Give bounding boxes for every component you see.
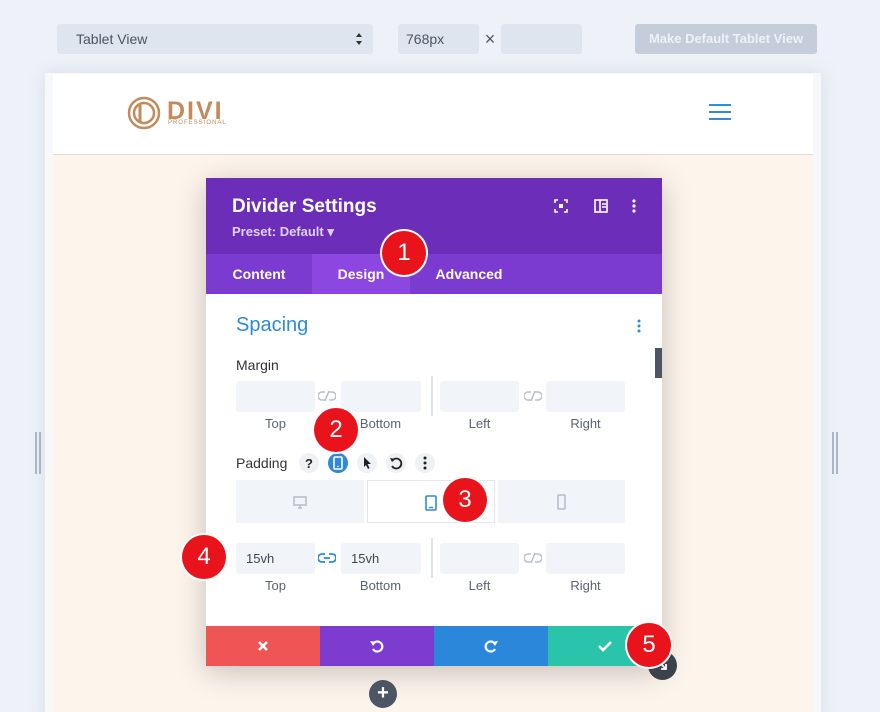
- make-default-view-button[interactable]: Make Default Tablet View: [635, 24, 817, 54]
- margin-bottom-input[interactable]: [341, 381, 421, 412]
- tab-content[interactable]: Content: [206, 254, 312, 294]
- modal-body: Spacing Margin Top Bottom Left Right Pad…: [206, 294, 662, 626]
- device-tabs: [236, 480, 625, 523]
- step-badge-4: 4: [182, 535, 226, 579]
- desktop-icon: [293, 496, 307, 509]
- step-badge-1: 1: [382, 231, 426, 275]
- margin-right-input[interactable]: [546, 381, 625, 412]
- resize-handle-left[interactable]: [35, 432, 41, 474]
- modal-title: Divider Settings: [232, 196, 377, 217]
- preset-select[interactable]: Preset: Default ▾: [232, 224, 334, 240]
- redo-button[interactable]: [434, 626, 548, 666]
- resize-handle-right[interactable]: [832, 432, 838, 474]
- margin-left-input[interactable]: [440, 381, 519, 412]
- padding-bottom-input[interactable]: 15vh: [341, 543, 421, 574]
- padding-right-input[interactable]: [546, 543, 625, 574]
- divider-line: [431, 376, 433, 416]
- modal-footer: [206, 626, 662, 666]
- view-mode-value: Tablet View: [76, 31, 148, 47]
- padding-bottom-caption: Bottom: [359, 578, 402, 593]
- undo-icon: [370, 640, 384, 653]
- select-arrows-icon: [356, 33, 362, 45]
- logo-mark-icon: [127, 96, 161, 130]
- section-menu-icon[interactable]: [636, 318, 642, 334]
- link-active-icon[interactable]: [318, 551, 336, 565]
- close-icon: [258, 641, 268, 651]
- tab-advanced[interactable]: Advanced: [410, 254, 528, 294]
- reset-icon[interactable]: [386, 453, 406, 473]
- step-badge-3: 3: [443, 478, 487, 522]
- padding-right-caption: Right: [570, 578, 601, 593]
- link-icon[interactable]: [524, 551, 542, 565]
- scrollbar-thumb[interactable]: [655, 348, 662, 378]
- padding-top-input[interactable]: 15vh: [236, 543, 315, 574]
- step-badge-5: 5: [627, 623, 671, 667]
- modal-tabs: Content Design Advanced: [206, 254, 662, 294]
- focus-icon[interactable]: [553, 198, 569, 214]
- more-vertical-icon[interactable]: [626, 198, 642, 214]
- padding-left-caption: Left: [468, 578, 491, 593]
- divider-line: [431, 538, 433, 578]
- help-icon[interactable]: ?: [299, 453, 319, 473]
- tablet-icon: [425, 495, 437, 511]
- padding-left-input[interactable]: [440, 543, 519, 574]
- more-icon[interactable]: [415, 453, 435, 473]
- link-icon[interactable]: [524, 389, 542, 403]
- section-title-spacing[interactable]: Spacing: [236, 314, 308, 337]
- tablet-icon[interactable]: [328, 453, 348, 473]
- cursor-icon[interactable]: [357, 453, 377, 473]
- padding-top-caption: Top: [265, 578, 286, 593]
- width-input[interactable]: 768px: [398, 24, 479, 54]
- margin-label: Margin: [236, 357, 279, 373]
- svg-text:?: ?: [305, 456, 313, 471]
- hamburger-icon[interactable]: [709, 104, 731, 122]
- logo-subtitle: PROFESSIONAL: [168, 120, 227, 126]
- step-badge-2: 2: [314, 408, 358, 452]
- divider-settings-modal: Divider Settings Preset: Default ▾ Conte…: [206, 178, 662, 666]
- sidebar-layout-icon[interactable]: [593, 198, 609, 214]
- link-icon[interactable]: [318, 389, 336, 403]
- margin-top-caption: Top: [265, 416, 286, 431]
- add-module-button[interactable]: +: [369, 680, 397, 708]
- view-mode-select[interactable]: Tablet View: [57, 24, 373, 54]
- phone-icon: [557, 494, 566, 510]
- redo-icon: [484, 640, 498, 653]
- padding-label: Padding: [236, 455, 288, 471]
- device-tab-desktop[interactable]: [236, 480, 364, 523]
- check-icon: [598, 641, 612, 652]
- undo-button[interactable]: [320, 626, 434, 666]
- discard-button[interactable]: [206, 626, 320, 666]
- margin-left-caption: Left: [468, 416, 491, 431]
- times-icon: ×: [484, 29, 496, 49]
- modal-header: Divider Settings Preset: Default ▾: [206, 178, 662, 254]
- height-input[interactable]: [501, 24, 582, 54]
- margin-top-input[interactable]: [236, 381, 315, 412]
- device-tab-phone[interactable]: [498, 480, 625, 523]
- margin-right-caption: Right: [570, 416, 601, 431]
- site-logo[interactable]: DIVI PROFESSIONAL: [127, 96, 227, 132]
